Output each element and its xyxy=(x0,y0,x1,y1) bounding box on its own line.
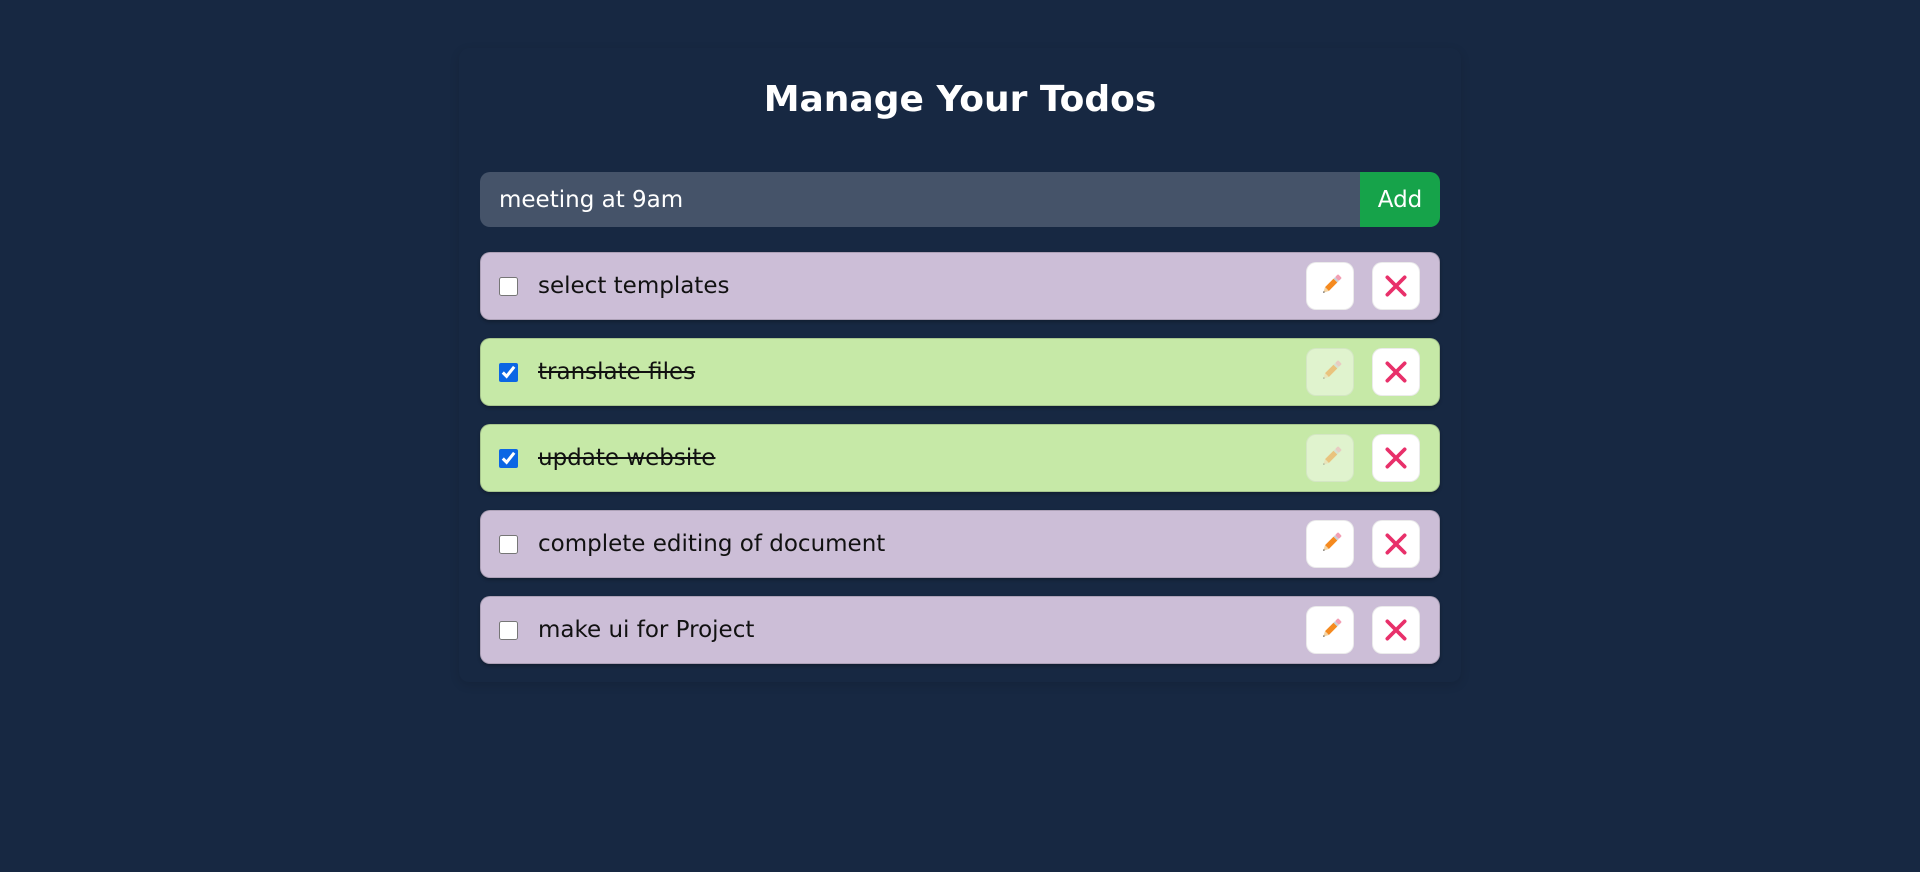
todo-list: select templates translate files update … xyxy=(480,252,1440,682)
delete-button[interactable] xyxy=(1372,606,1420,654)
delete-button[interactable] xyxy=(1372,520,1420,568)
delete-button[interactable] xyxy=(1372,262,1420,310)
pencil-icon xyxy=(1317,617,1343,643)
cross-mark-icon xyxy=(1383,359,1409,385)
todo-text: complete editing of document xyxy=(538,531,886,557)
cross-mark-icon xyxy=(1383,617,1409,643)
delete-button[interactable] xyxy=(1372,348,1420,396)
todo-app-card: Manage Your Todos Add select templates xyxy=(459,48,1461,682)
cross-mark-icon xyxy=(1383,273,1409,299)
todo-checkbox[interactable] xyxy=(499,449,518,468)
todo-checkbox[interactable] xyxy=(499,535,518,554)
delete-button[interactable] xyxy=(1372,434,1420,482)
todo-checkbox[interactable] xyxy=(499,363,518,382)
edit-button[interactable] xyxy=(1306,262,1354,310)
add-button[interactable]: Add xyxy=(1360,172,1440,227)
todo-text: make ui for Project xyxy=(538,617,755,643)
pencil-icon xyxy=(1317,445,1343,471)
edit-button[interactable] xyxy=(1306,434,1354,482)
pencil-icon xyxy=(1317,531,1343,557)
todo-text: select templates xyxy=(538,273,730,299)
todo-checkbox[interactable] xyxy=(499,277,518,296)
edit-button[interactable] xyxy=(1306,606,1354,654)
todo-item: select templates xyxy=(480,252,1440,320)
cross-mark-icon xyxy=(1383,445,1409,471)
todo-item: translate files xyxy=(480,338,1440,406)
edit-button[interactable] xyxy=(1306,520,1354,568)
todo-input[interactable] xyxy=(480,172,1360,227)
pencil-icon xyxy=(1317,359,1343,385)
edit-button[interactable] xyxy=(1306,348,1354,396)
todo-item: update website xyxy=(480,424,1440,492)
pencil-icon xyxy=(1317,273,1343,299)
todo-text: update website xyxy=(538,445,716,471)
todo-checkbox[interactable] xyxy=(499,621,518,640)
todo-item: make ui for Project xyxy=(480,596,1440,664)
todo-item: complete editing of document xyxy=(480,510,1440,578)
add-todo-form: Add xyxy=(480,172,1440,227)
todo-text: translate files xyxy=(538,359,696,385)
cross-mark-icon xyxy=(1383,531,1409,557)
page-title: Manage Your Todos xyxy=(763,79,1157,120)
